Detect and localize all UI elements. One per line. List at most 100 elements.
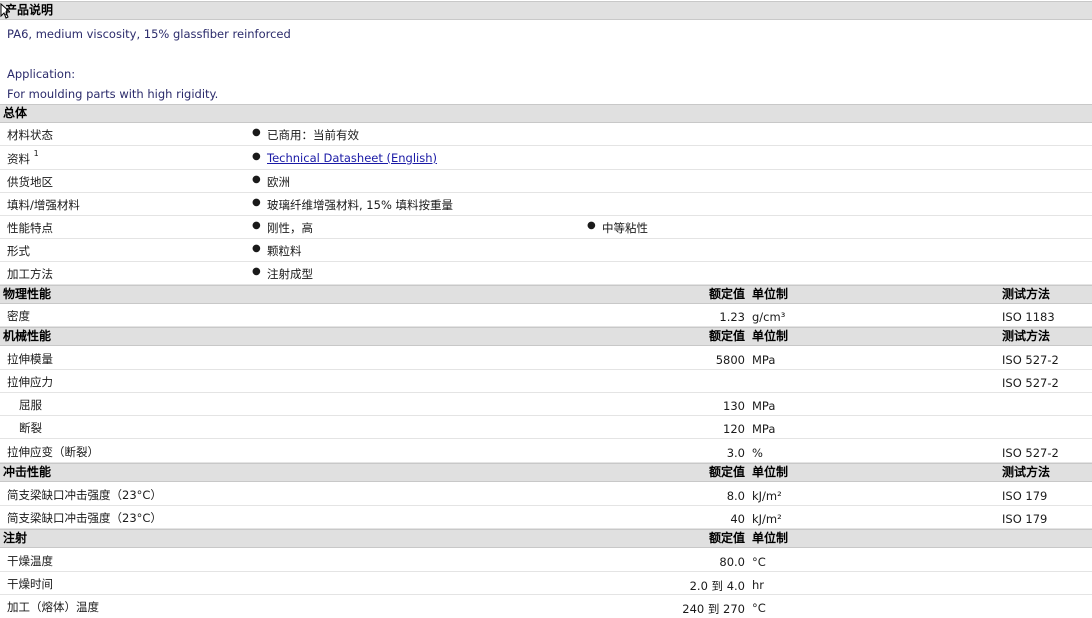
column-header-method: 测试方法	[1002, 287, 1051, 301]
table-row: 形式 ● 颗粒料	[0, 239, 1092, 262]
property-value: 80.0	[719, 555, 745, 569]
section-header-description: 产品说明	[0, 1, 1092, 20]
column-header-nominal: 额定值	[708, 531, 745, 545]
test-method: ISO 527-2	[1002, 376, 1059, 390]
section-header-impact: 冲击性能 额定值 单位制 测试方法	[0, 463, 1092, 482]
column-header-unit: 单位制	[752, 329, 789, 343]
section-title: 冲击性能	[3, 465, 52, 479]
property-label: 性能特点	[7, 221, 53, 235]
section-header-mechanical: 机械性能 额定值 单位制 测试方法	[0, 327, 1092, 346]
column-header-nominal: 额定值	[708, 329, 745, 343]
table-row: 拉伸应变（断裂） 3.0 % ISO 527-2	[0, 440, 1092, 463]
description-line: Application:	[7, 67, 76, 81]
property-label: 拉伸应力	[7, 375, 53, 389]
table-row: 密度 1.23 g/cm³ ISO 1183	[0, 304, 1092, 327]
property-label: 填料/增强材料	[7, 198, 80, 212]
property-unit: g/cm³	[752, 310, 786, 324]
table-row: 材料状态 ● 已商用：当前有效	[0, 123, 1092, 146]
table-row: 拉伸应力 ISO 527-2	[0, 370, 1092, 393]
table-row: 屈服 130 MPa	[0, 393, 1092, 416]
property-value: 玻璃纤维增强材料, 15% 填料按重量	[267, 198, 454, 212]
table-row: 拉伸模量 5800 MPa ISO 527-2	[0, 347, 1092, 370]
description-line: PA6, medium viscosity, 15% glassfiber re…	[7, 27, 291, 41]
test-method: ISO 527-2	[1002, 446, 1059, 460]
bullet-icon: ●	[252, 243, 261, 254]
table-row: 断裂 120 MPa	[0, 416, 1092, 439]
table-row: 干燥时间 2.0 到 4.0 hr	[0, 572, 1092, 595]
bullet-icon: ●	[252, 266, 261, 277]
section-title: 物理性能	[3, 287, 52, 301]
property-label: 拉伸应变（断裂）	[7, 445, 99, 459]
property-unit: MPa	[752, 399, 776, 413]
table-row: 加工方法 ● 注射成型	[0, 262, 1092, 285]
property-unit: MPa	[752, 353, 776, 367]
column-header-nominal: 额定值	[708, 287, 745, 301]
property-value: 注射成型	[267, 267, 313, 281]
property-label: 拉伸模量	[7, 352, 53, 366]
property-unit: °C	[752, 601, 766, 615]
property-label: 形式	[7, 244, 30, 258]
test-method: ISO 179	[1002, 489, 1048, 503]
property-value: 130	[723, 399, 745, 413]
property-label: 屈服	[19, 398, 42, 412]
column-header-unit: 单位制	[752, 531, 789, 545]
property-label: 资料 1	[7, 149, 39, 167]
property-value: 欧洲	[267, 175, 290, 189]
property-value: 中等粘性	[602, 221, 648, 235]
bullet-icon: ●	[252, 127, 261, 138]
test-method: ISO 1183	[1002, 310, 1055, 324]
bullet-icon: ●	[252, 151, 261, 162]
bullet-icon: ●	[252, 197, 261, 208]
property-value: 240 到 270	[682, 602, 745, 616]
property-label-text: 资料	[7, 152, 30, 166]
property-value: 3.0	[726, 446, 745, 460]
table-row: 加工（熔体）温度 240 到 270 °C	[0, 595, 1092, 618]
section-title: 注射	[3, 531, 28, 545]
property-value: 8.0	[726, 489, 745, 503]
description-line: For moulding parts with high rigidity.	[7, 87, 219, 101]
table-row: 干燥温度 80.0 °C	[0, 549, 1092, 572]
property-label: 材料状态	[7, 128, 53, 142]
property-unit: kJ/m²	[752, 512, 782, 526]
property-unit: °C	[752, 555, 766, 569]
property-label: 干燥时间	[7, 577, 53, 591]
section-header-physical: 物理性能 额定值 单位制 测试方法	[0, 285, 1092, 304]
table-row: 资料 1 ● Technical Datasheet (English)	[0, 147, 1092, 170]
property-value: 40	[730, 512, 745, 526]
column-header-nominal: 额定值	[708, 465, 745, 479]
bullet-icon: ●	[252, 220, 261, 231]
table-row: 性能特点 ● 刚性，高 ● 中等粘性	[0, 216, 1092, 239]
property-label: 简支梁缺口冲击强度（23°C）	[7, 488, 162, 502]
section-title: 总体	[3, 106, 28, 120]
property-value: 120	[723, 422, 745, 436]
bullet-icon: ●	[587, 220, 596, 231]
property-label: 供货地区	[7, 175, 53, 189]
property-value: 1.23	[719, 310, 745, 324]
table-row: 简支梁缺口冲击强度（23°C） 40 kJ/m² ISO 179	[0, 506, 1092, 529]
property-label: 简支梁缺口冲击强度（23°C）	[7, 511, 162, 525]
property-label: 密度	[7, 309, 30, 323]
property-value: 已商用：当前有效	[267, 128, 359, 142]
property-value: 2.0 到 4.0	[689, 579, 745, 593]
section-header-general: 总体	[0, 104, 1092, 123]
property-unit: hr	[752, 578, 765, 592]
test-method: ISO 527-2	[1002, 353, 1059, 367]
section-title: 机械性能	[3, 329, 52, 343]
table-row: 简支梁缺口冲击强度（23°C） 8.0 kJ/m² ISO 179	[0, 483, 1092, 506]
property-value: 颗粒料	[267, 244, 302, 258]
property-unit: %	[752, 446, 763, 460]
table-row: 填料/增强材料 ● 玻璃纤维增强材料, 15% 填料按重量	[0, 193, 1092, 216]
section-title: 产品说明	[5, 3, 54, 17]
property-label: 断裂	[19, 421, 42, 435]
property-label: 加工（熔体）温度	[7, 600, 99, 614]
column-header-unit: 单位制	[752, 465, 789, 479]
property-unit: MPa	[752, 422, 776, 436]
bullet-icon: ●	[252, 174, 261, 185]
property-label: 加工方法	[7, 267, 53, 281]
datasheet-link[interactable]: Technical Datasheet (English)	[267, 151, 437, 165]
property-value: 5800	[715, 353, 745, 367]
column-header-unit: 单位制	[752, 287, 789, 301]
footnote-marker: 1	[33, 149, 39, 159]
section-header-injection: 注射 额定值 单位制	[0, 529, 1092, 548]
property-label: 干燥温度	[7, 554, 53, 568]
